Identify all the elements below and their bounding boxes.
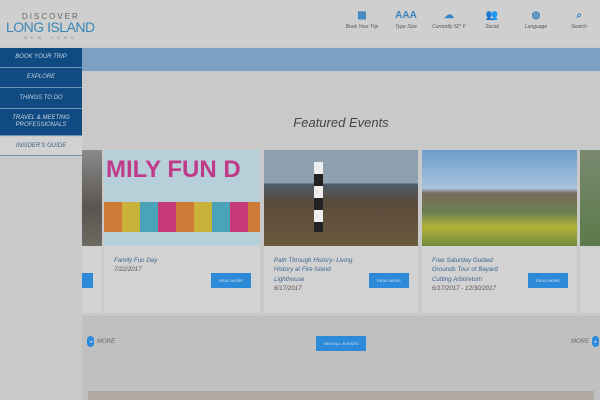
event-image: MILY FUN D (104, 150, 260, 246)
sidebar-item-travel-meeting[interactable]: TRAVEL & MEETING PROFESSIONALS (0, 109, 82, 136)
event-image (264, 150, 418, 246)
sidebar-item-things-to-do[interactable]: THINGS TO DO (0, 88, 82, 109)
sidebar-item-explore[interactable]: EXPLORE (0, 68, 82, 88)
events-controls (82, 316, 600, 400)
event-card-partial[interactable] (580, 150, 600, 313)
event-title[interactable]: Path Through History- Living History at … (274, 256, 359, 284)
bunting (104, 202, 260, 232)
nav-book-your-trip[interactable]: ▦ Book Your Trip (337, 10, 387, 30)
event-card-partial[interactable] (82, 150, 102, 313)
event-date: 6/17/2017 - 12/30/2017 (432, 284, 496, 292)
event-card[interactable]: Path Through History- Living History at … (264, 150, 418, 313)
bottom-image (88, 391, 594, 400)
more-label: MORE (571, 338, 589, 345)
event-date: 7/22/2017 (114, 266, 142, 274)
event-image (422, 150, 577, 246)
event-title[interactable]: Family Fun Day (114, 256, 199, 265)
nav-label: Language (524, 24, 548, 30)
event-date: 6/17/2017 (274, 284, 302, 292)
more-label: MORE (97, 338, 115, 345)
nav-search[interactable]: ⌕ Search (554, 10, 600, 30)
nav-label: Type Size (395, 24, 417, 30)
chevron-left-icon: ◂ (87, 336, 94, 347)
read-more-button[interactable] (82, 273, 93, 288)
sidebar-item-book-your-trip[interactable]: BOOK YOUR TRIP (0, 48, 82, 68)
social-people-icon: 👥 (485, 10, 499, 21)
logo-main[interactable]: LONG ISLAND (6, 19, 95, 35)
read-more-button[interactable]: READ MORE (528, 273, 568, 288)
calendar-icon: ▦ (357, 10, 367, 21)
nav-label: Search (571, 24, 587, 30)
nav-label: Book Your Trip (345, 24, 379, 30)
read-more-button[interactable]: READ MORE (211, 273, 251, 288)
read-more-button[interactable]: READ MORE (369, 273, 409, 288)
more-prev-button[interactable]: ◂ MORE (87, 336, 115, 347)
section-title: Featured Events (293, 115, 389, 130)
more-next-button[interactable]: MORE ▸ (571, 336, 599, 347)
sidebar-item-insiders-guide[interactable]: INSIDER'S GUIDE (0, 137, 82, 156)
event-image (580, 150, 600, 246)
event-card[interactable]: Free Saturday Guided Grounds Tour of Bay… (422, 150, 577, 313)
logo-sub: NEW YORK (24, 35, 78, 40)
chevron-right-icon: ▸ (592, 336, 599, 347)
view-all-events-button[interactable]: VIEW ALL EVENTS (316, 336, 366, 351)
nav-label: Currently 52° F (432, 24, 466, 30)
nav-label: Social (485, 24, 499, 30)
event-title[interactable]: Free Saturday Guided Grounds Tour of Bay… (432, 256, 517, 284)
search-icon: ⌕ (576, 10, 582, 21)
hero-band (82, 48, 600, 71)
event-image (82, 150, 102, 246)
image-text: MILY FUN D (106, 156, 241, 183)
event-card[interactable]: MILY FUN D Family Fun Day 7/22/2017 READ … (104, 150, 260, 313)
nav-social[interactable]: 👥 Social (467, 10, 517, 30)
